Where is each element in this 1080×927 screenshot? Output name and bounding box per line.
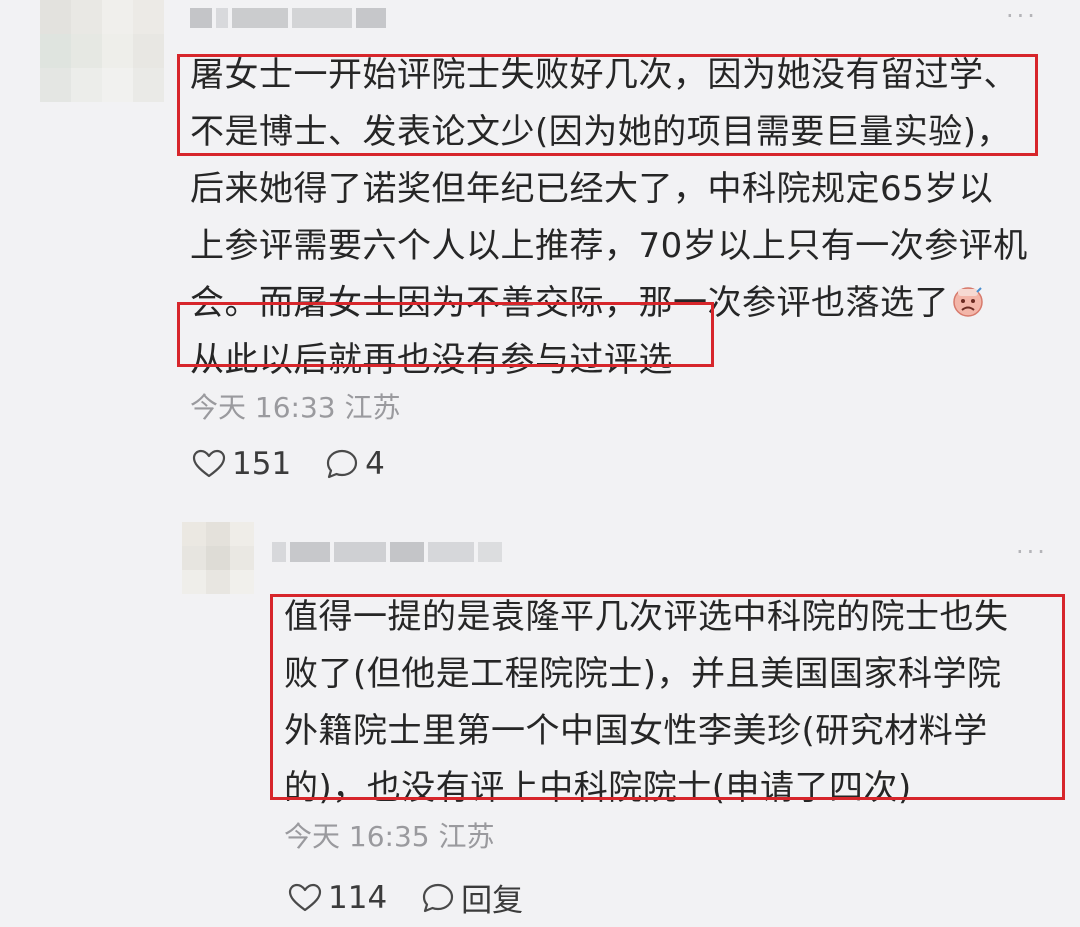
like-button[interactable]: 114 [288, 880, 387, 916]
like-button[interactable]: 151 [192, 446, 291, 482]
comment-line: 上参评需要六个人以上推荐，70岁以上只有一次参评机 [190, 226, 1028, 266]
username-blurred[interactable] [272, 542, 502, 562]
reply-meta: 今天 16:35 江苏 [284, 820, 495, 853]
like-count: 114 [328, 879, 388, 916]
comment-bubble-icon [327, 449, 358, 479]
comment-line: 后来她得了诺奖但年纪已经大了，中科院规定65岁以 [190, 169, 994, 209]
reply-button[interactable]: 回复 [421, 875, 523, 920]
avatar[interactable] [40, 0, 164, 102]
like-count: 151 [232, 446, 292, 482]
comment-meta: 今天 16:33 江苏 [190, 391, 401, 424]
heart-icon [288, 883, 322, 911]
more-dots-icon[interactable]: ··· [1006, 2, 1038, 30]
heart-icon [192, 449, 226, 478]
highlight-box [177, 302, 714, 367]
highlight-box [270, 594, 1065, 800]
avatar[interactable] [182, 522, 254, 594]
comment-actions: 151 4 [192, 446, 385, 482]
comment-bubble-icon [423, 883, 454, 912]
reply-label: 回复 [461, 883, 524, 919]
reply-actions: 114 回复 [288, 875, 523, 920]
reply-count-button[interactable]: 4 [325, 446, 385, 482]
highlight-box [177, 54, 1038, 156]
more-dots-icon[interactable]: ··· [1016, 538, 1048, 566]
reply-count: 4 [365, 446, 385, 482]
username-blurred[interactable] [190, 8, 386, 28]
sad-emoji-icon [953, 287, 983, 317]
